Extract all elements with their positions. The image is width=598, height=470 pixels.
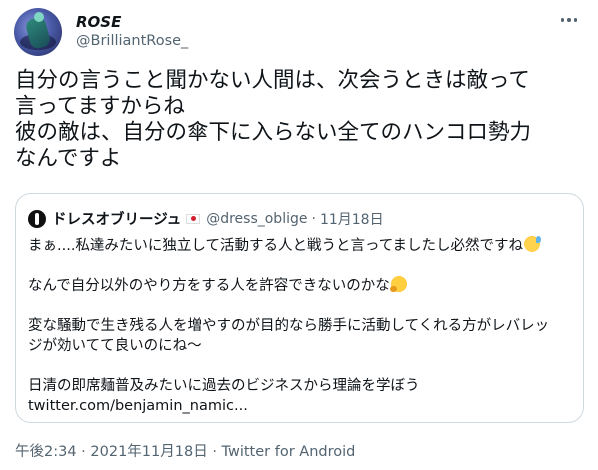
quoted-line-text: まぁ....私達みたいに独立して活動する人と戦うと言ってましたし必然ですね — [28, 238, 524, 254]
quoted-author-handle: @dress_oblige — [206, 210, 308, 227]
meta-separator: · — [311, 210, 316, 227]
quoted-tweet[interactable]: ドレスオブリージュ @dress_oblige · 11月18日 まぁ....私… — [15, 193, 584, 423]
thinking-face-emoji-icon — [389, 276, 407, 292]
japan-flag-icon — [186, 213, 201, 224]
avatar-highlight — [34, 12, 44, 22]
quoted-line: ジが効いてて良いのにね～ — [28, 338, 202, 354]
quoted-line: 日清の即席麺普及みたいに過去のビジネスから理論を学ぼう — [28, 378, 420, 394]
more-dot — [573, 18, 578, 22]
author-handle[interactable]: @BrilliantRose_ — [76, 33, 188, 49]
quoted-link[interactable]: twitter.com/benjamin_namic... — [28, 396, 573, 416]
quoted-tweet-body: まぁ....私達みたいに独立して活動する人と戦うと言ってましたし必然ですね なん… — [28, 236, 573, 416]
tweet-line: 自分の言うこと聞かない人間は、次会うときは敵って — [15, 68, 530, 93]
quoted-line: 変な騒動で生き残る人を増やすのが目的なら勝手に活動してくれる方がレバレッ — [28, 318, 550, 334]
tweet-text: 自分の言うこと聞かない人間は、次会うときは敵って 言ってますからね 彼の敵は、自… — [15, 68, 585, 172]
author-avatar[interactable] — [14, 8, 62, 56]
tweet-line: 彼の敵は、自分の傘下に入らない全てのハンコロ勢力 — [15, 120, 532, 145]
more-options-icon[interactable] — [556, 10, 582, 30]
tweet-source-link[interactable]: Twitter for Android — [222, 444, 356, 460]
tweet-line: 言ってますからね — [15, 94, 185, 119]
quoted-tweet-header: ドレスオブリージュ @dress_oblige · 11月18日 — [28, 208, 384, 229]
quoted-author-avatar — [28, 209, 46, 228]
tweet-footer: 午後2:34 · 2021年11月18日 · Twitter for Andro… — [15, 440, 355, 461]
tweet-line: なんですよ — [15, 146, 122, 171]
sweat-smile-emoji-icon — [524, 236, 542, 252]
quoted-line-text: なんで自分以外のやり方をする人を許容できないのかな — [28, 278, 390, 294]
more-dot — [560, 18, 565, 22]
quoted-tweet-date: 11月18日 — [319, 211, 384, 228]
quoted-author-name: ドレスオブリージュ — [52, 212, 182, 228]
author-name[interactable]: ROSE — [76, 13, 121, 31]
footer-separator: · — [212, 444, 217, 460]
more-dot — [567, 18, 571, 22]
tweet-timestamp-link[interactable]: 午後2:34 · 2021年11月18日 — [15, 444, 208, 460]
quoted-line: まぁ....私達みたいに独立して活動する人と戦うと言ってましたし必然ですね — [28, 236, 573, 256]
quoted-line: なんで自分以外のやり方をする人を許容できないのかな — [28, 276, 573, 296]
